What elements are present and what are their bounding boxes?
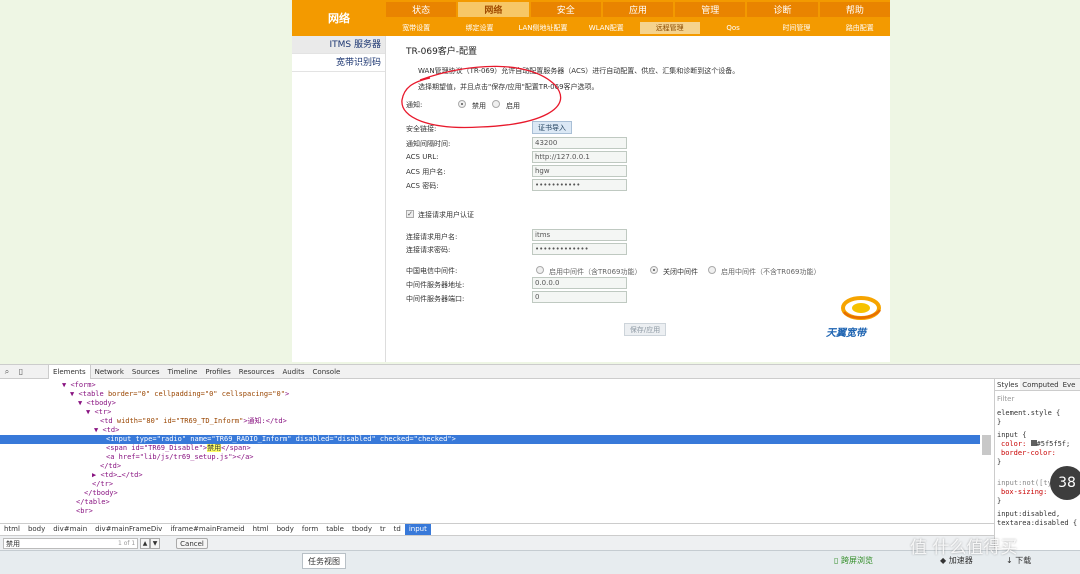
breadcrumb-item[interactable]: div#mainFrameDiv — [91, 524, 166, 535]
separator — [28, 366, 48, 378]
breadcrumb-item[interactable]: div#main — [49, 524, 91, 535]
tab-profiles[interactable]: Profiles — [201, 365, 234, 379]
breadcrumb-item[interactable]: body — [273, 524, 298, 535]
tab-sources[interactable]: Sources — [128, 365, 164, 379]
find-match-count: 1 of 1 — [118, 540, 136, 547]
style-prop-line: box-sizing: — [1001, 488, 1048, 496]
breadcrumb-item[interactable]: tbody — [348, 524, 376, 535]
dom-node-td-collapsed[interactable]: ▶ <td>…</td> — [92, 471, 143, 480]
breadcrumb-item[interactable]: tr — [376, 524, 390, 535]
breadcrumb-item[interactable]: html — [249, 524, 273, 535]
dom-node-tr[interactable]: ▼ <tr> — [86, 408, 111, 417]
tab-computed[interactable]: Computed — [1020, 379, 1060, 390]
devtools-panel: ⌕ ▯ Elements Network Sources Timeline Pr… — [0, 364, 1080, 551]
devtools-toolbar: ⌕ ▯ Elements Network Sources Timeline Pr… — [0, 364, 1080, 379]
breadcrumb-item[interactable]: html — [0, 524, 24, 535]
tab-timeline[interactable]: Timeline — [164, 365, 202, 379]
dom-node-tbody[interactable]: ▼ <tbody> — [78, 399, 116, 408]
tab-network[interactable]: Network — [91, 365, 128, 379]
style-rule: input:disabled, — [997, 510, 1061, 518]
styles-filter[interactable]: Filter — [997, 395, 1014, 404]
dom-node-a[interactable]: <a href="lib/js/tr69_setup.js"></a> — [106, 453, 254, 462]
style-rule: input:not([ty — [997, 479, 1052, 487]
dom-node-td-inform[interactable]: <td width="80" id="TR69_TD_Inform">通知:</… — [100, 417, 287, 426]
dom-node-tbody-close: </tbody> — [84, 489, 118, 497]
style-rule: element.style { — [997, 409, 1061, 417]
styles-tabs: Styles Computed Eve — [995, 379, 1080, 391]
inspect-icon[interactable]: ⌕ — [0, 366, 14, 378]
breadcrumb-item[interactable]: body — [24, 524, 49, 535]
tab-audits[interactable]: Audits — [279, 365, 309, 379]
device-mode-icon[interactable]: ▯ — [14, 366, 28, 378]
style-rule: textarea:disabled { — [997, 519, 1078, 527]
style-rule-close: } — [997, 458, 1002, 466]
notification-badge[interactable]: 38 — [1050, 466, 1080, 500]
style-rule-close: } — [997, 418, 1002, 426]
phone-icon: ▯ — [834, 556, 841, 565]
annotation-ellipse-form — [401, 65, 562, 129]
dom-tree[interactable]: ▼ <form> ▼ <table border="0" cellpadding… — [0, 379, 980, 523]
breadcrumb: html body div#main div#mainFrameDiv ifra… — [0, 523, 994, 535]
logo-text: 天翼宽带 — [826, 328, 866, 339]
dom-node-td[interactable]: ▼ <td> — [94, 426, 119, 435]
dom-node-tr-close: </tr> — [92, 480, 114, 488]
cross-screen-browse-button[interactable]: ▯ 跨屏浏览 — [834, 555, 873, 566]
watermark: 值 什么值得买 — [910, 538, 1018, 558]
dom-node-table-close: </table> — [76, 498, 110, 506]
find-next-button[interactable]: ▼ — [150, 538, 160, 549]
find-prev-button[interactable]: ▲ — [140, 538, 150, 549]
breadcrumb-item-active[interactable]: input — [404, 524, 431, 535]
tab-event-listeners[interactable]: Eve — [1061, 379, 1078, 390]
style-prop-line: border-color: — [1001, 449, 1056, 457]
dom-node-form[interactable]: ▼ <form> — [62, 381, 96, 390]
breadcrumb-item[interactable]: form — [298, 524, 322, 535]
breadcrumb-item[interactable]: td — [390, 524, 405, 535]
tab-styles[interactable]: Styles — [995, 379, 1021, 390]
styles-pane: Styles Computed Eve Filter element.style… — [994, 379, 1080, 551]
style-rule-close: } — [997, 497, 1002, 505]
dom-node-span[interactable]: <span id="TR69_Disable">禁用</span> — [106, 444, 251, 453]
style-rule: input { — [997, 431, 1027, 439]
tab-elements[interactable]: Elements — [48, 364, 91, 379]
dom-node-table[interactable]: ▼ <table border="0" cellpadding="0" cell… — [70, 390, 289, 399]
tab-console[interactable]: Console — [309, 365, 345, 379]
breadcrumb-item[interactable]: iframe#mainFrameid — [166, 524, 248, 535]
dom-node-input-selected[interactable]: <input type="radio" name="TR69_RADIO_Inf… — [0, 435, 980, 444]
style-prop-line: color: #5f5f5f; — [1001, 440, 1071, 448]
tab-resources[interactable]: Resources — [235, 365, 279, 379]
dom-node-td-close: </td> — [100, 462, 122, 470]
breadcrumb-item[interactable]: table — [322, 524, 348, 535]
find-cancel-button[interactable]: Cancel — [176, 538, 208, 549]
dom-node-br[interactable]: <br> — [76, 507, 93, 516]
dom-tree-scrollbar[interactable] — [982, 435, 991, 455]
task-view-button[interactable]: 任务视图 — [302, 553, 346, 569]
find-bar: 禁用 1 of 1 ▲ ▼ Cancel — [0, 535, 994, 551]
